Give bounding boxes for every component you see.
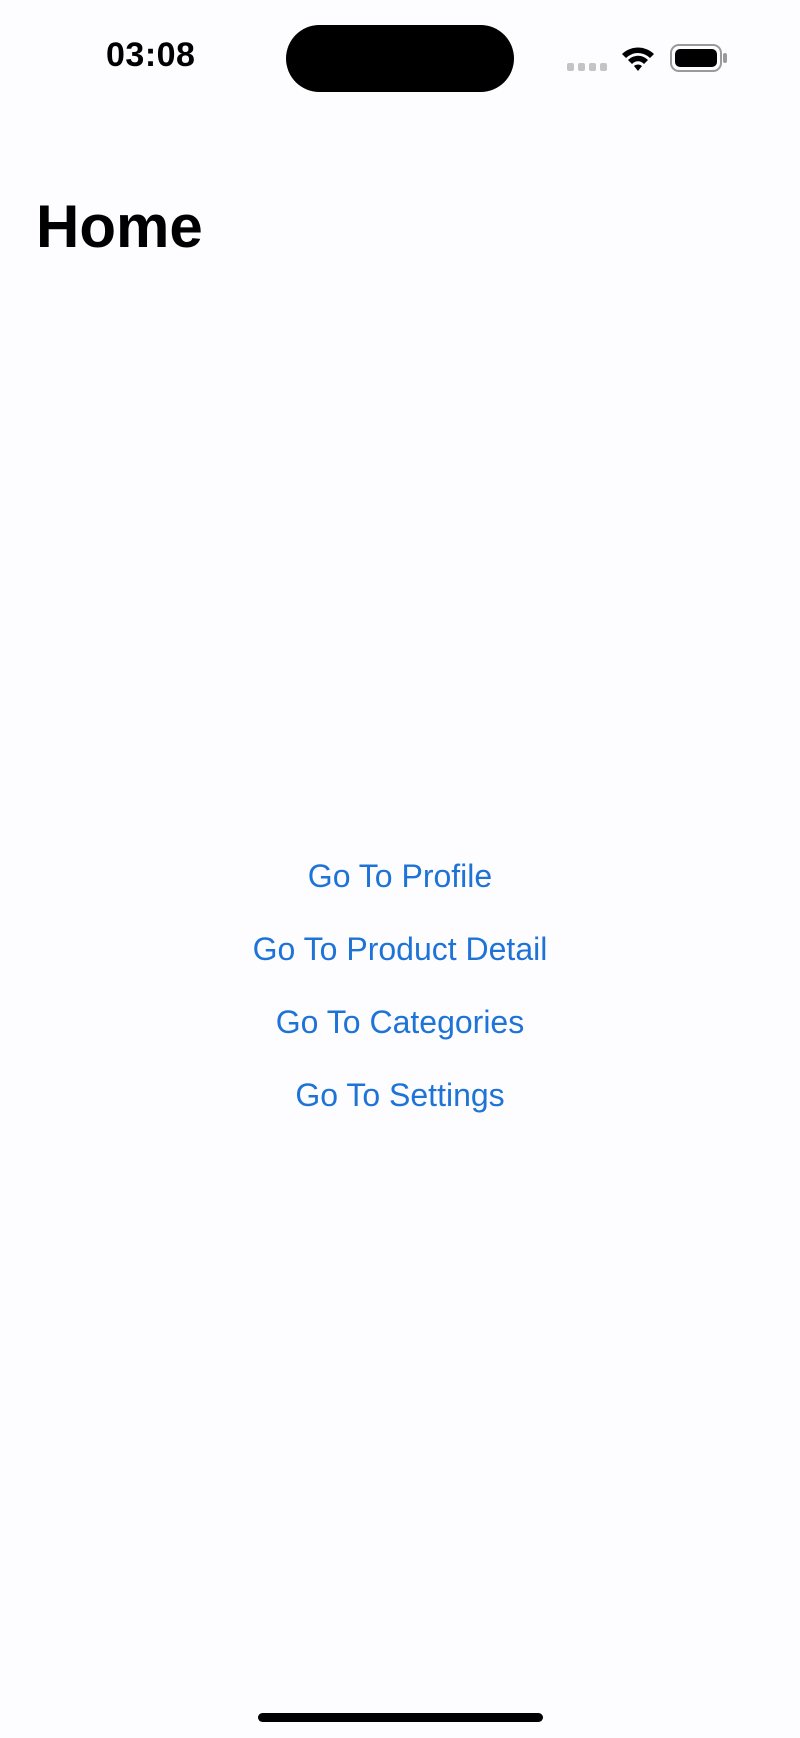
status-time: 03:08 [106, 36, 196, 74]
wifi-icon [622, 47, 654, 71]
go-to-product-detail-link[interactable]: Go To Product Detail [0, 913, 800, 986]
page-title: Home [36, 193, 203, 260]
status-bar: 03:08 [0, 0, 800, 120]
signal-icon [567, 63, 607, 71]
nav-link-list: Go To Profile Go To Product Detail Go To… [0, 840, 800, 1132]
go-to-settings-link[interactable]: Go To Settings [0, 1059, 800, 1132]
go-to-categories-link[interactable]: Go To Categories [0, 986, 800, 1059]
battery-icon [670, 44, 727, 72]
dynamic-island [286, 25, 514, 92]
go-to-profile-link[interactable]: Go To Profile [0, 840, 800, 913]
home-indicator[interactable] [258, 1713, 543, 1722]
